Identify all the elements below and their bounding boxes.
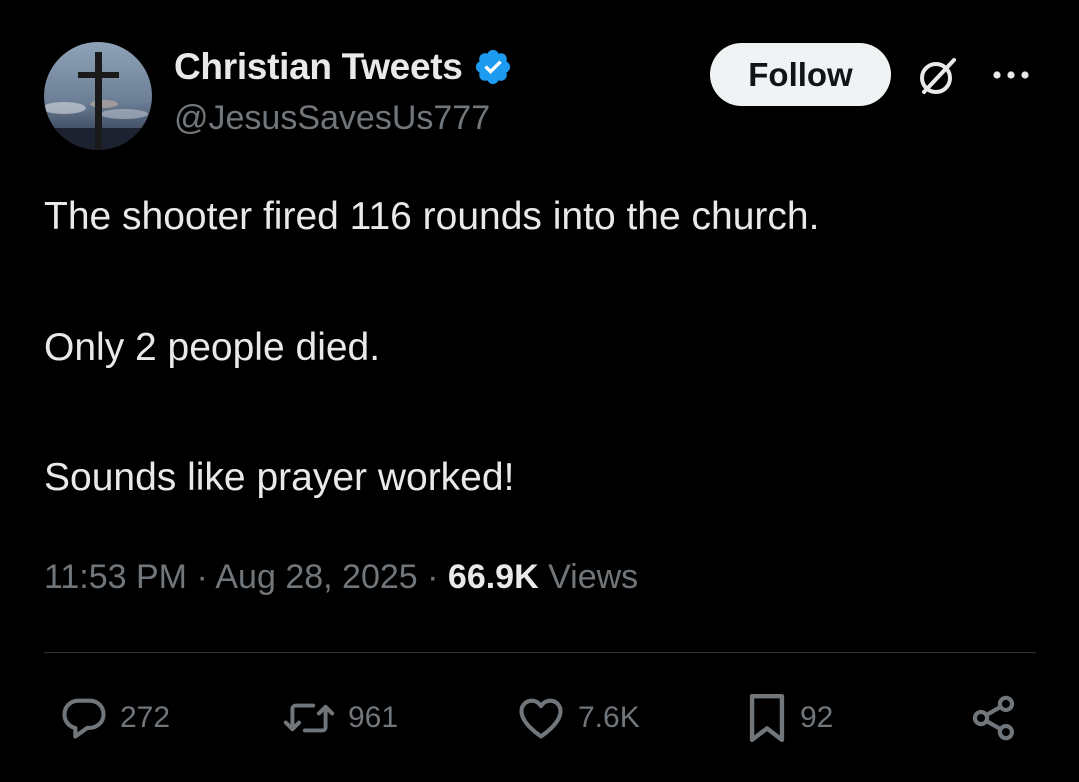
views-count[interactable]: 66.9K: [448, 558, 539, 596]
handle[interactable]: @JesusSavesUs777: [174, 99, 490, 138]
repost-button[interactable]: 961: [280, 690, 398, 746]
meta-separator: ·: [427, 558, 439, 596]
display-name[interactable]: Christian Tweets: [174, 46, 463, 88]
follow-button[interactable]: Follow: [710, 43, 891, 106]
tweet: Christian Tweets @JesusSavesUs777 Follow…: [0, 0, 1079, 782]
heart-icon: [514, 692, 568, 744]
like-button[interactable]: 7.6K: [514, 690, 640, 746]
bookmark-button[interactable]: 92: [744, 690, 833, 746]
cross-avatar-icon: [44, 42, 152, 150]
more-icon[interactable]: [990, 60, 1032, 90]
share-icon: [968, 692, 1020, 744]
grok-icon[interactable]: [914, 52, 962, 100]
bookmark-icon: [744, 690, 790, 746]
reply-icon: [58, 692, 110, 744]
tweet-text-line: Sounds like prayer worked!: [44, 456, 515, 499]
repost-count: 961: [348, 701, 399, 734]
like-count: 7.6K: [578, 701, 640, 734]
avatar[interactable]: [44, 42, 152, 150]
bookmark-count: 92: [800, 701, 834, 734]
reply-button[interactable]: 272: [58, 690, 170, 746]
tweet-text-line: Only 2 people died.: [44, 326, 381, 369]
share-button[interactable]: [968, 690, 1020, 746]
verified-badge-icon[interactable]: [473, 47, 513, 87]
reply-count: 272: [120, 701, 171, 734]
divider: [44, 652, 1036, 653]
repost-icon: [280, 692, 338, 744]
name-row: Christian Tweets: [174, 44, 513, 90]
timestamp-date[interactable]: Aug 28, 2025: [215, 558, 417, 596]
timestamp-time[interactable]: 11:53 PM: [44, 558, 187, 596]
tweet-text-line: The shooter fired 116 rounds into the ch…: [44, 195, 820, 238]
tweet-meta: 11:53 PM · Aug 28, 2025 · 66.9K Views: [44, 558, 638, 597]
meta-separator: ·: [196, 558, 208, 596]
views-label: Views: [548, 558, 639, 596]
